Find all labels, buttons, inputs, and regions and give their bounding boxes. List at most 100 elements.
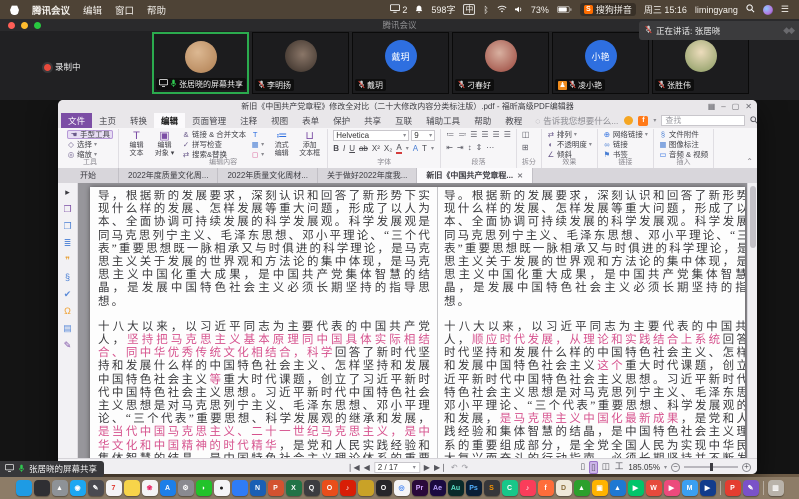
document-tab[interactable]: 2022年度质量文化周...: [119, 168, 218, 183]
pen-app-icon[interactable]: ✎: [743, 480, 759, 496]
link-merge-text-button[interactable]: &链接 & 合并文本: [182, 130, 246, 139]
first-page-button[interactable]: ❘◀: [347, 463, 360, 472]
dictionary-icon[interactable]: D: [556, 480, 572, 496]
qq-icon[interactable]: ●: [214, 480, 230, 496]
screen-record-icon[interactable]: 2: [390, 4, 407, 15]
attachments-panel-icon[interactable]: §: [65, 272, 70, 282]
layout-grid-icon[interactable]: ▦: [708, 100, 716, 113]
menu-window[interactable]: 窗口: [115, 3, 134, 17]
siri-icon[interactable]: [34, 480, 50, 496]
bookmark-button[interactable]: ⚑书签: [603, 150, 648, 159]
participant-tile[interactable]: 刁春好: [452, 32, 549, 94]
menu-help[interactable]: 帮助: [147, 3, 166, 17]
spellcheck-button[interactable]: ✓拼写检查: [182, 140, 246, 149]
wps-icon[interactable]: W: [646, 480, 662, 496]
participant-tile[interactable]: 小艳♟凌小艳: [552, 32, 649, 94]
obs-icon[interactable]: O: [376, 480, 392, 496]
numbered-list-icon[interactable]: ≕: [458, 130, 466, 140]
zoom-in-button[interactable]: +: [742, 463, 751, 472]
weiyun-icon[interactable]: [232, 480, 248, 496]
split-merge-icon[interactable]: ⊞: [522, 143, 529, 153]
next-page-button[interactable]: ▶: [424, 463, 430, 472]
image-annotation-button[interactable]: ▦图像标注: [659, 140, 708, 149]
blue-mail-app-icon[interactable]: M: [682, 480, 698, 496]
skew-button[interactable]: ∠倾斜: [547, 150, 592, 159]
para-spacing-icon[interactable]: ⇕: [476, 143, 483, 153]
signature-panel-icon[interactable]: ✔: [64, 289, 72, 299]
font-style-u-button[interactable]: U: [349, 144, 355, 153]
font-size-select[interactable]: 9▾: [411, 130, 435, 141]
finder-icon[interactable]: [16, 480, 32, 496]
notes-icon[interactable]: [124, 480, 140, 496]
minimize-window-button[interactable]: [21, 22, 28, 29]
ribbon-tab-注释[interactable]: 注释: [233, 113, 264, 128]
ribbon-tab-文件[interactable]: 文件: [61, 113, 92, 128]
opacity-button[interactable]: ◐不透明度▾: [547, 140, 592, 149]
search-replace-button[interactable]: ⇄搜索&替换: [182, 150, 246, 159]
audio-video-button[interactable]: ▭音频 & 视频: [659, 150, 708, 159]
netease-music-icon[interactable]: ♪: [340, 480, 356, 496]
previous-page-button[interactable]: ◀: [364, 463, 370, 472]
photoshop-icon[interactable]: Ps: [466, 480, 482, 496]
account-dropdown-icon[interactable]: ▾: [653, 117, 656, 124]
photos-icon[interactable]: ❀: [142, 480, 158, 496]
page-thumbnails-icon[interactable]: ❐: [63, 221, 71, 231]
ribbon-tab-辅助工具[interactable]: 辅助工具: [419, 113, 467, 128]
next-view-button[interactable]: ↷: [462, 463, 469, 472]
participant-tile[interactable]: 戴玥戴玥: [352, 32, 449, 94]
siri-icon[interactable]: [763, 5, 773, 15]
ms-office-icon[interactable]: O: [322, 480, 338, 496]
app-store-icon[interactable]: A: [160, 480, 176, 496]
line-spacing-icon[interactable]: ↕: [468, 143, 472, 153]
add-textbox-button[interactable]: ⊔添加 文本框: [297, 130, 322, 157]
indent-icon[interactable]: ⇥: [457, 143, 464, 153]
sogou-input-pill[interactable]: S搜狗拼音: [580, 3, 636, 16]
zoom-slider[interactable]: [684, 466, 738, 468]
spotlight-search-icon[interactable]: [746, 4, 755, 15]
word-count[interactable]: 598字: [431, 3, 455, 16]
calendar-icon[interactable]: 7: [106, 480, 122, 496]
input-source-icon[interactable]: 中: [463, 4, 475, 15]
edit-text-button[interactable]: T编辑 文本: [124, 130, 149, 157]
close-icon[interactable]: ✕: [745, 100, 752, 113]
fit-width-icon[interactable]: 工: [614, 461, 625, 474]
edit-object-button[interactable]: ▣编辑 对象 ▾: [152, 130, 177, 157]
foxit-reader-icon[interactable]: f: [538, 480, 554, 496]
volume-icon[interactable]: [515, 5, 523, 15]
username[interactable]: limingyang: [695, 5, 738, 15]
launchpad-icon[interactable]: ▲: [52, 480, 68, 496]
single-page-view-icon[interactable]: ▯: [579, 461, 586, 474]
font-family-select[interactable]: Helvetica▾: [333, 130, 409, 141]
font-style-i-button[interactable]: I: [343, 144, 345, 153]
facing-view-icon[interactable]: ◫: [601, 461, 611, 474]
page-number-field[interactable]: 2 / 17▾: [374, 462, 420, 473]
sublime-icon[interactable]: S: [484, 480, 500, 496]
document-tab[interactable]: 2022年质量文化周材...: [218, 168, 317, 183]
add-image-button[interactable]: ▦▾: [251, 140, 264, 149]
zoom-preset-dropdown-icon[interactable]: ▾: [664, 464, 667, 471]
font-style-t-button[interactable]: T: [422, 144, 427, 153]
search-icon[interactable]: [750, 116, 757, 126]
last-page-button[interactable]: ▶❘: [434, 463, 447, 472]
document-view-area[interactable]: 导，根据新的发展要求，深刻认识和回答了新形势下实现什么样的发展、怎样发展等重大问…: [78, 183, 757, 458]
zoom-window-button[interactable]: [34, 22, 41, 29]
ribbon-tab-表单[interactable]: 表单: [295, 113, 326, 128]
document-tab[interactable]: 关于做好2022年度我...: [318, 168, 417, 183]
wechat-icon[interactable]: ◗: [196, 480, 212, 496]
bluetooth-icon[interactable]: ᛒ: [483, 5, 488, 15]
participant-tile[interactable]: 张胜伟: [652, 32, 749, 94]
ribbon-tab-编辑[interactable]: 编辑: [154, 113, 185, 128]
pink-player-icon[interactable]: ▶: [664, 480, 680, 496]
outdent-icon[interactable]: ⇤: [446, 143, 453, 153]
quicktime-icon[interactable]: Q: [304, 480, 320, 496]
find-input[interactable]: 查找: [661, 115, 745, 126]
system-settings-icon[interactable]: ⚙: [178, 480, 194, 496]
maximize-icon[interactable]: ▢: [732, 100, 740, 113]
stocks-app-icon[interactable]: ▲: [574, 480, 590, 496]
scrollbar-thumb[interactable]: [750, 186, 756, 248]
battery-percent[interactable]: 73%: [531, 5, 549, 15]
safari-icon[interactable]: ◉: [70, 480, 86, 496]
link-button[interactable]: ∞链接: [603, 140, 648, 149]
menu-app-name[interactable]: 腾讯会议: [32, 3, 70, 17]
arrange-button[interactable]: ⇄排列▾: [547, 130, 592, 139]
